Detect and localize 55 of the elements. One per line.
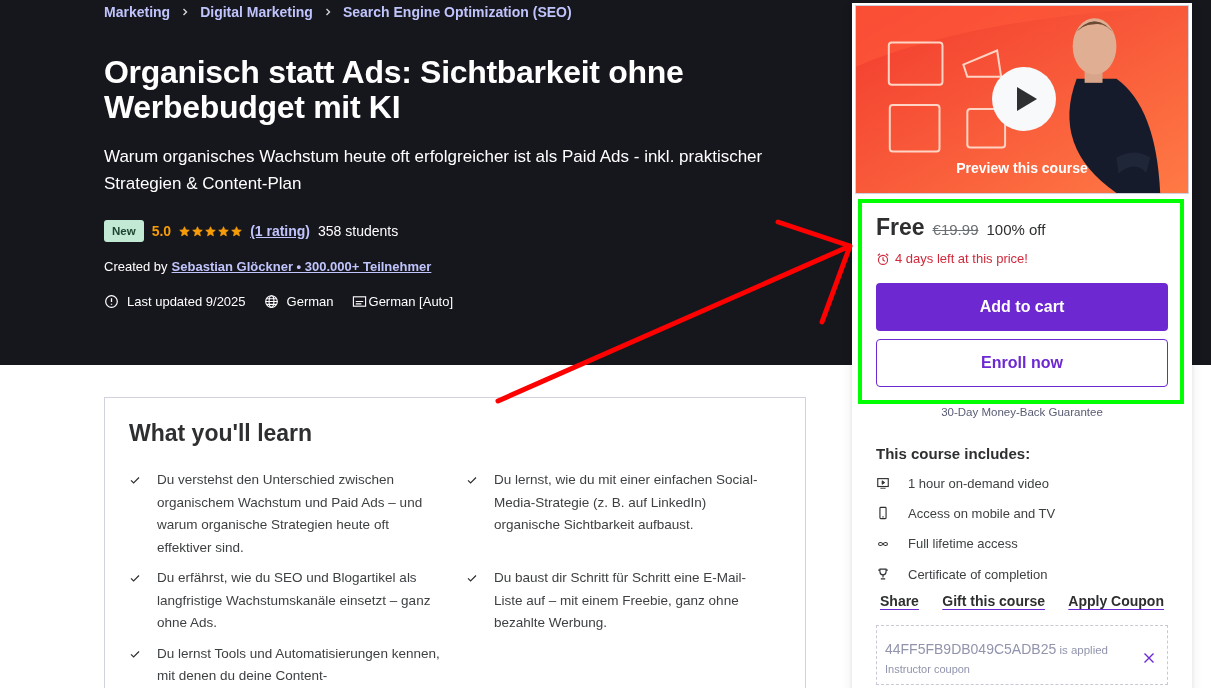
learning-point: Du baust dir Schritt für Schritt eine E-Mail-Liste auf – mit einem Freebie, ganz ohne bezahlte Werbung. [494,569,748,632]
course-subtitle: Warum organisches Wachstum heute oft erfolgreicher ist als Paid Ads - inkl. praktischer Strategien & Content-Plan [104,146,764,195]
course-language: German [286,294,334,309]
video-icon [876,476,890,491]
guarantee-note: 30-Day Money-Back Guarantee [940,406,1104,418]
action-link[interactable]: Share [880,593,919,610]
star-icon [205,225,217,237]
star-icon [192,225,204,237]
instructor-link[interactable]: Sebastian Glöckner • 300.000+ Teilnehmer [171,259,432,274]
captions-icon [351,294,367,309]
alarm-clock-icon [876,251,890,266]
price-timer: 4 days left at this price! [895,251,1028,266]
check-icon [129,474,141,486]
new-badge: New [104,220,144,242]
student-count: 358 students [318,223,399,239]
check-icon [466,474,478,486]
learning-point: Du lernst Tools und Automatisierungen kennen, mit denen du deine Content- [157,644,441,685]
breadcrumb-link[interactable]: Search Engine Optimization (SEO) [342,4,572,20]
coupon-note: Instructor coupon [885,663,971,676]
mobile-icon [876,506,890,521]
breadcrumb-link[interactable]: Marketing [104,4,171,20]
learning-point: Du erfährst, wie du SEO und Blogartikel als langfristige Wachstumskanäle einsetzt – ganz ohne Ads. [157,569,432,632]
course-feature: Full lifetime access [908,536,1018,552]
add-to-cart-button[interactable]: Add to cart [876,283,1168,331]
original-price: €19.99 [932,221,979,238]
learning-point: Du lernst, wie du mit einer einfachen Social-Media-Strategie (z. B. auf LinkedIn) organische Sichtbarkeit aufbaust. [494,471,759,534]
alert-clock-icon [104,294,119,309]
course-feature: Certificate of completion [908,566,1048,582]
learn-heading: What you'll learn [129,420,314,447]
play-icon[interactable] [992,67,1056,131]
action-link[interactable]: Apply Coupon [1068,593,1164,610]
learning-point: Du verstehst den Unterschied zwischen organischem Wachstum und Paid Ads – und warum organische Strategien heute oft effektiver sind. [157,471,424,557]
rating-value: 5.0 [151,223,172,239]
enroll-button[interactable]: Enroll now [876,339,1168,387]
created-by-label: Created by [104,259,168,274]
check-icon [129,572,141,584]
course-feature: Access on mobile and TV [908,505,1056,521]
caption-language: German [Auto] [368,294,454,309]
course-title: Organisch statt Ads: Sichtbarkeit ohne Werbebudget mit KI [104,55,685,125]
globe-icon [263,294,279,309]
last-updated: Last updated 9/2025 [127,294,246,309]
close-icon[interactable] [1143,652,1155,665]
discount: 100% off [986,221,1046,238]
star-icon [179,225,191,237]
breadcrumb-link[interactable]: Digital Marketing [200,4,313,20]
action-link[interactable]: Gift this course [942,593,1045,610]
star-icon [218,225,230,237]
course-feature: 1 hour on-demand video [908,475,1049,491]
check-icon [466,572,478,584]
rating-count-link[interactable]: (1 rating) [250,223,310,239]
star-icon [231,225,243,237]
price: Free [876,214,925,241]
includes-heading: This course includes: [876,445,1032,462]
trophy-icon [876,567,890,582]
coupon-status: 44FF5FB9DB049C5ADB25 is applied [885,641,1108,658]
